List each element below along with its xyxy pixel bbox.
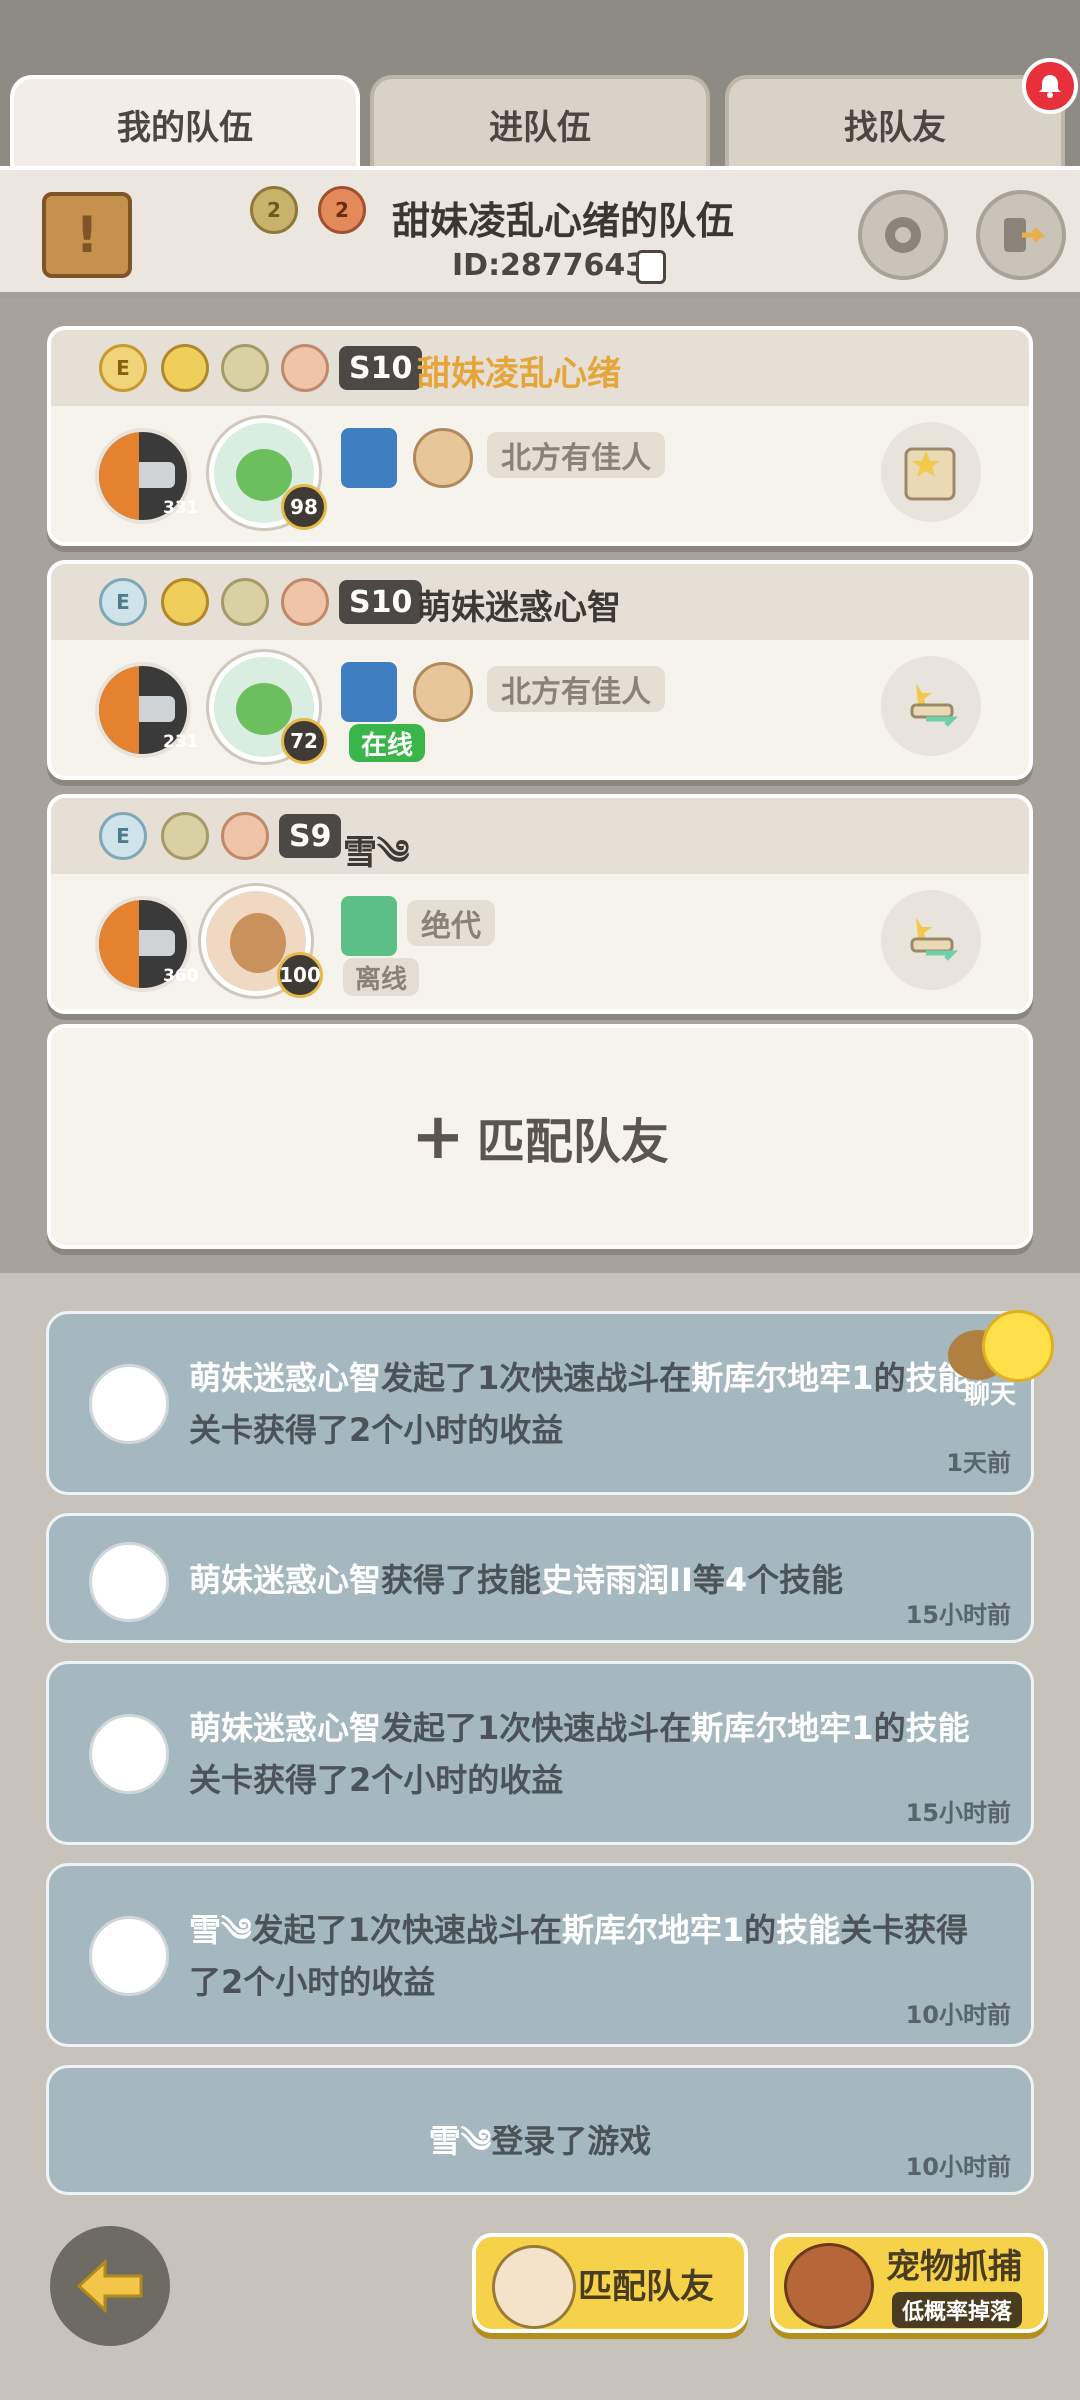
season-badge: S10 [339, 346, 423, 390]
guild-flag-icon [341, 896, 397, 956]
boar-icon [784, 2243, 874, 2329]
mushroom-icon [281, 578, 329, 626]
team-level-badge-icon: 2 [318, 186, 366, 234]
tab-bar: 我的队伍 进队伍 找队友 [0, 0, 1080, 170]
tab-join-team[interactable]: 进队伍 [370, 75, 710, 170]
guild-name: 北方有佳人 [487, 666, 665, 712]
team-rank-badge-icon: 2 [250, 186, 298, 234]
feed-item: 萌妹迷惑心智获得了技能史诗雨润II等4个技能 15小时前 [46, 1513, 1034, 1643]
team-name: 甜妹凌乱心绪的队伍 [392, 199, 735, 243]
user-avatar [89, 1916, 169, 1996]
feed-time: 10小时前 [905, 2153, 1011, 2181]
rank-gold-icon: E [99, 344, 147, 392]
feed-item: 萌妹迷惑心智发起了1次快速战斗在斯库尔地牢1的技能关卡获得了2个小时的收益 15… [46, 1661, 1034, 1845]
title-badge-icon [161, 812, 209, 860]
online-status: 在线 [349, 724, 426, 762]
back-arrow-icon [76, 2258, 143, 2314]
guild-name: 绝代 [407, 900, 495, 946]
match-teammate-button[interactable]: 匹配队友 [472, 2233, 748, 2333]
settings-gear-icon[interactable] [858, 190, 948, 280]
feed-time: 10小时前 [905, 2001, 1011, 2029]
player-level: 360 [163, 966, 199, 986]
swap-icon[interactable] [881, 890, 981, 990]
rank-silver-icon: E [99, 578, 147, 626]
member-name: 甜妹凌乱心绪 [417, 354, 621, 394]
user-avatar [89, 1364, 169, 1444]
team-notice-icon[interactable]: ! [42, 192, 132, 278]
match-teammate-card[interactable]: + 匹配队友 [47, 1024, 1033, 1249]
member-card[interactable]: E S9 雪༄ 360 100 绝代 离线 [47, 794, 1033, 1014]
pet-level: 100 [277, 952, 323, 998]
pet-capture-button[interactable]: 宠物抓捕 低概率掉落 [770, 2233, 1048, 2333]
guild-name: 北方有佳人 [487, 432, 665, 478]
tab-my-team[interactable]: 我的队伍 [10, 75, 360, 170]
back-button[interactable] [50, 2226, 170, 2346]
fist-icon [413, 428, 473, 488]
notification-bell-icon[interactable] [1022, 58, 1078, 114]
exit-team-icon[interactable] [976, 190, 1066, 280]
player-level: 231 [163, 732, 199, 752]
achievement-icon [161, 344, 209, 392]
member-card[interactable]: E S10 甜妹凌乱心绪 331 98 北方有佳人 [47, 326, 1033, 546]
mushroom-icon [281, 344, 329, 392]
feed-time: 15小时前 [905, 1799, 1011, 1827]
tab-find-teammate[interactable]: 找队友 [725, 75, 1065, 170]
swap-icon[interactable] [881, 656, 981, 756]
fist-icon [413, 662, 473, 722]
guild-flag-icon [341, 428, 397, 488]
guild-flag-icon [341, 662, 397, 722]
pet-level: 72 [281, 718, 327, 764]
member-card[interactable]: E S10 萌妹迷惑心智 231 72 北方有佳人 在线 [47, 560, 1033, 780]
feed-time: 1天前 [946, 1449, 1011, 1477]
offline-status: 离线 [343, 958, 420, 996]
player-level: 331 [163, 498, 199, 518]
user-avatar [89, 1714, 169, 1794]
member-name: 萌妹迷惑心智 [417, 588, 621, 628]
season-badge: S10 [339, 580, 423, 624]
achievement-icon [161, 578, 209, 626]
feed-item: 雪༄登录了游戏 10小时前 [46, 2065, 1034, 2195]
title-badge-icon [221, 344, 269, 392]
team-header: ! 2 2 甜妹凌乱心绪的队伍 ID:2877643 [0, 166, 1080, 298]
user-avatar [89, 1542, 169, 1622]
pet-level: 98 [281, 484, 327, 530]
season-badge: S9 [279, 814, 342, 858]
team-id: ID:2877643 [452, 248, 647, 283]
mushroom-icon [221, 812, 269, 860]
smile-icon [982, 1310, 1054, 1382]
magnifier-icon [492, 2245, 576, 2329]
copy-id-icon[interactable] [636, 250, 666, 284]
rank-silver-icon: E [99, 812, 147, 860]
like-hand-icon[interactable] [881, 422, 981, 522]
plus-icon: + [411, 1099, 465, 1174]
chat-button[interactable]: 聊天 [948, 1310, 1058, 1410]
title-badge-icon [221, 578, 269, 626]
activity-feed: 萌妹迷惑心智发起了1次快速战斗在斯库尔地牢1的技能关卡获得了2个小时的收益 1天… [0, 1273, 1080, 2400]
feed-item: 萌妹迷惑心智发起了1次快速战斗在斯库尔地牢1的技能关卡获得了2个小时的收益 1天… [46, 1311, 1034, 1495]
feed-time: 15小时前 [905, 1601, 1011, 1629]
feed-item: 雪༄发起了1次快速战斗在斯库尔地牢1的技能关卡获得了2个小时的收益 10小时前 [46, 1863, 1034, 2047]
